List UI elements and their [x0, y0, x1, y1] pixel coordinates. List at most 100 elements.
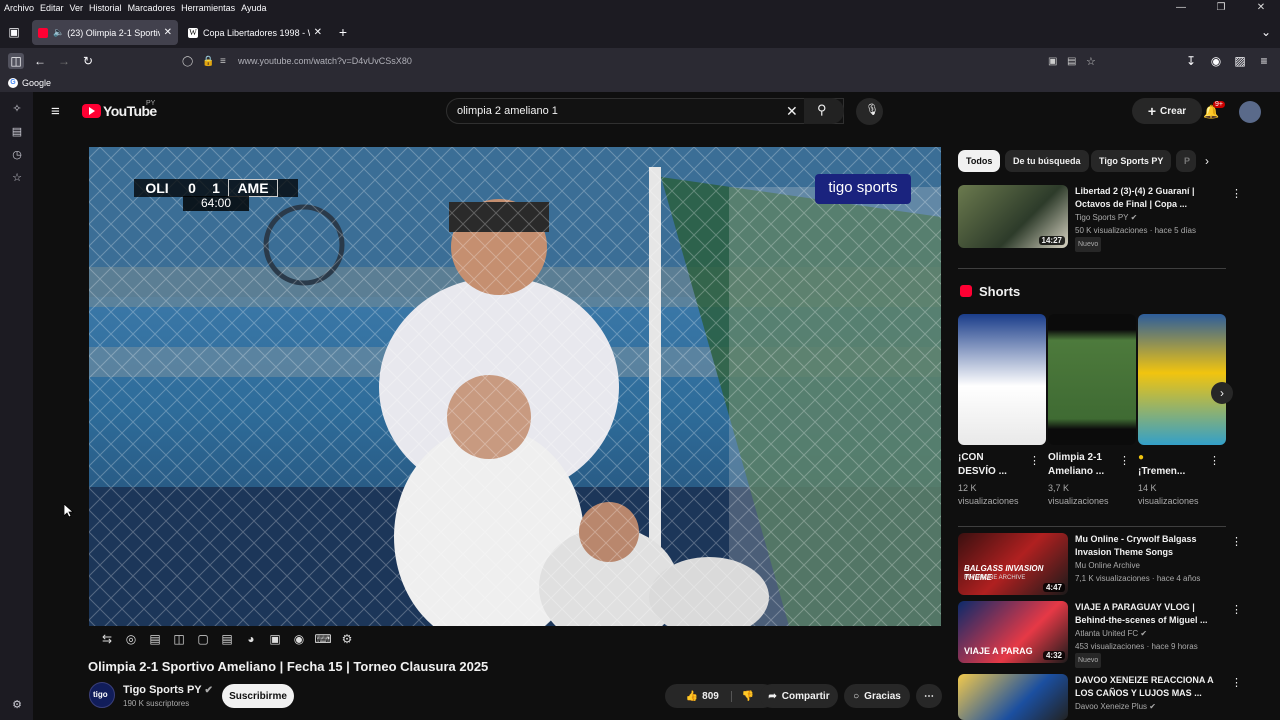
- cinema-icon[interactable]: ◫: [167, 632, 191, 650]
- rec-thumbnail[interactable]: VIAJE A PARAG 4:32: [958, 601, 1068, 663]
- account-icon[interactable]: ◉: [1208, 53, 1224, 69]
- guide-menu-icon[interactable]: ≡: [51, 103, 60, 120]
- reader-view-icon[interactable]: ▤: [1067, 56, 1076, 67]
- short-title-line[interactable]: Ameliano ...: [1048, 466, 1104, 477]
- rec-channel[interactable]: Davoo Xeneize Plus: [1075, 702, 1147, 711]
- close-tab-icon[interactable]: ✕: [314, 27, 322, 38]
- minimize-icon[interactable]: —: [1164, 0, 1198, 16]
- short-title-line[interactable]: DESVÍO ...: [958, 466, 1007, 477]
- dislike-icon[interactable]: 👎: [730, 690, 754, 702]
- short-title[interactable]: Olimpia 2-1 Ameliano ...: [1048, 451, 1104, 479]
- rec-thumbnail[interactable]: BALGASS INVASION THEME MU ONLINE ARCHIVE…: [958, 533, 1068, 595]
- rec-channel[interactable]: Mu Online Archive: [1075, 559, 1225, 572]
- image-icon[interactable]: ▣: [263, 632, 287, 650]
- chip-channel[interactable]: Tigo Sports PY: [1091, 150, 1172, 172]
- more-icon[interactable]: ⋮: [1231, 676, 1242, 689]
- history-icon[interactable]: ◷: [10, 148, 24, 162]
- chips-next-icon[interactable]: ›: [1205, 154, 1209, 168]
- short-thumbnail[interactable]: [1048, 314, 1136, 445]
- synced-tabs-icon[interactable]: ▤: [10, 125, 24, 139]
- short-title[interactable]: ● ¡Tremen...: [1138, 451, 1185, 479]
- bookmark-star-icon[interactable]: ☆: [1086, 55, 1096, 68]
- menu-historial[interactable]: Historial: [89, 3, 122, 13]
- audio-icon[interactable]: ◎: [119, 632, 143, 650]
- rec-title-line[interactable]: Mu Online - Crywolf Balgass: [1075, 533, 1225, 546]
- shield-icon[interactable]: ◯: [182, 56, 193, 67]
- video-player[interactable]: OLI 0 1 AME 64:00 tigo sports: [89, 147, 941, 626]
- create-button[interactable]: + Crear: [1132, 98, 1202, 124]
- short-thumbnail[interactable]: [1138, 314, 1226, 445]
- channel-name[interactable]: Tigo Sports PY ✔: [123, 684, 213, 696]
- short-title[interactable]: ¡CON DESVÍO ...: [958, 451, 1007, 479]
- rec-title-line[interactable]: VIAJE A PARAGUAY VLOG |: [1075, 601, 1225, 614]
- channel-name-text[interactable]: Tigo Sports PY: [123, 684, 201, 696]
- rec-thumbnail[interactable]: 14:27: [958, 185, 1068, 248]
- miniplayer-icon[interactable]: ▤: [215, 632, 239, 650]
- extensions-icon[interactable]: ▨: [1232, 53, 1248, 69]
- rec-title-line[interactable]: DAVOO XENEIZE REACCIONA A: [1075, 674, 1225, 687]
- subscribe-button[interactable]: Suscribirme: [222, 684, 294, 708]
- short-title-line[interactable]: Olimpia 2-1: [1048, 452, 1102, 463]
- customize-icon[interactable]: ⚙: [10, 698, 24, 712]
- youtube-logo-icon[interactable]: [82, 104, 101, 118]
- bookmarks-icon[interactable]: ☆: [10, 171, 24, 185]
- more-actions-button[interactable]: ⋯: [916, 684, 942, 708]
- voice-search-button[interactable]: 🎙: [856, 98, 883, 125]
- menu-ayuda[interactable]: Ayuda: [241, 3, 266, 13]
- close-tab-icon[interactable]: ✕: [164, 27, 172, 38]
- thanks-button[interactable]: ○ Gracias: [844, 684, 910, 708]
- rec-title-line[interactable]: Libertad 2 (3)-(4) 2 Guaraní |: [1075, 185, 1225, 198]
- tab-youtube[interactable]: 🔈 (23) Olimpia 2-1 Sportivo A ✕: [32, 20, 178, 45]
- menu-editar[interactable]: Editar: [40, 3, 64, 13]
- screenshot-icon[interactable]: ◉: [287, 632, 311, 650]
- rec-info[interactable]: VIAJE A PARAGUAY VLOG | Behind-the-scene…: [1075, 601, 1225, 668]
- pip-icon[interactable]: ▣: [1048, 56, 1057, 67]
- menu-herramientas[interactable]: Herramientas: [181, 3, 235, 13]
- rec-info[interactable]: Libertad 2 (3)-(4) 2 Guaraní | Octavos d…: [1075, 185, 1225, 252]
- permissions-icon[interactable]: ≡: [220, 56, 226, 67]
- app-menu-icon[interactable]: ≡: [1256, 53, 1272, 69]
- url-text[interactable]: www.youtube.com/watch?v=D4vUvCSsX80: [238, 56, 412, 66]
- list-tabs-icon[interactable]: ⌄: [1258, 24, 1274, 40]
- back-icon[interactable]: ←: [32, 53, 48, 69]
- keyboard-icon[interactable]: ⌨: [311, 632, 335, 650]
- more-icon[interactable]: ⋮: [1231, 603, 1242, 616]
- watch-later-icon[interactable]: ▤: [143, 632, 167, 650]
- rec-title-line[interactable]: Behind-the-scenes of Miguel ...: [1075, 614, 1225, 627]
- new-tab-icon[interactable]: +: [335, 24, 351, 40]
- rec-channel[interactable]: Atlanta United FC: [1075, 629, 1138, 638]
- restore-icon[interactable]: ❐: [1204, 0, 1238, 16]
- search-input[interactable]: olimpia 2 ameliano 1: [446, 98, 844, 124]
- speaker-icon[interactable]: 🔈: [53, 27, 64, 38]
- short-thumbnail[interactable]: [958, 314, 1046, 445]
- more-icon[interactable]: ⋮: [1231, 535, 1242, 548]
- downloads-icon[interactable]: ↧: [1183, 53, 1199, 69]
- clear-search-icon[interactable]: ✕: [786, 103, 798, 120]
- short-title-line[interactable]: ¡Tremen...: [1138, 466, 1185, 477]
- short-title-line[interactable]: ¡CON: [958, 452, 984, 463]
- theater-icon[interactable]: ▢: [191, 632, 215, 650]
- bookmark-google[interactable]: Google: [22, 78, 51, 88]
- search-button[interactable]: ⚲: [804, 98, 844, 124]
- more-icon[interactable]: ⋮: [1209, 454, 1220, 467]
- rec-info[interactable]: DAVOO XENEIZE REACCIONA A LOS CAÑOS Y LU…: [1075, 674, 1225, 713]
- chip-search[interactable]: De tu búsqueda: [1005, 150, 1089, 172]
- reload-icon[interactable]: ↻: [80, 53, 96, 69]
- rec-title-line[interactable]: Octavos de Final | Copa ...: [1075, 198, 1225, 211]
- sidebar-toggle-icon[interactable]: ◫: [8, 53, 24, 69]
- speed-icon[interactable]: ◕: [239, 632, 263, 650]
- channel-avatar[interactable]: tigo: [89, 682, 115, 708]
- tab-wikipedia[interactable]: W Copa Libertadores 1998 - Wikip ✕: [182, 20, 328, 45]
- menu-archivo[interactable]: Archivo: [4, 3, 34, 13]
- tab-overview-icon[interactable]: ▣: [6, 24, 22, 40]
- more-icon[interactable]: ⋮: [1119, 454, 1130, 467]
- loop-icon[interactable]: ⇆: [95, 632, 119, 650]
- rec-info[interactable]: Mu Online - Crywolf Balgass Invasion The…: [1075, 533, 1225, 585]
- shorts-next-icon[interactable]: ›: [1211, 382, 1233, 404]
- menu-ver[interactable]: Ver: [70, 3, 84, 13]
- more-icon[interactable]: ⋮: [1029, 454, 1040, 467]
- like-count[interactable]: 809: [702, 691, 719, 702]
- ai-chat-icon[interactable]: ✧: [10, 102, 24, 116]
- rec-thumbnail[interactable]: [958, 674, 1068, 720]
- address-bar[interactable]: ◯ 🔒 ≡ www.youtube.com/watch?v=D4vUvCSsX8…: [176, 51, 1101, 71]
